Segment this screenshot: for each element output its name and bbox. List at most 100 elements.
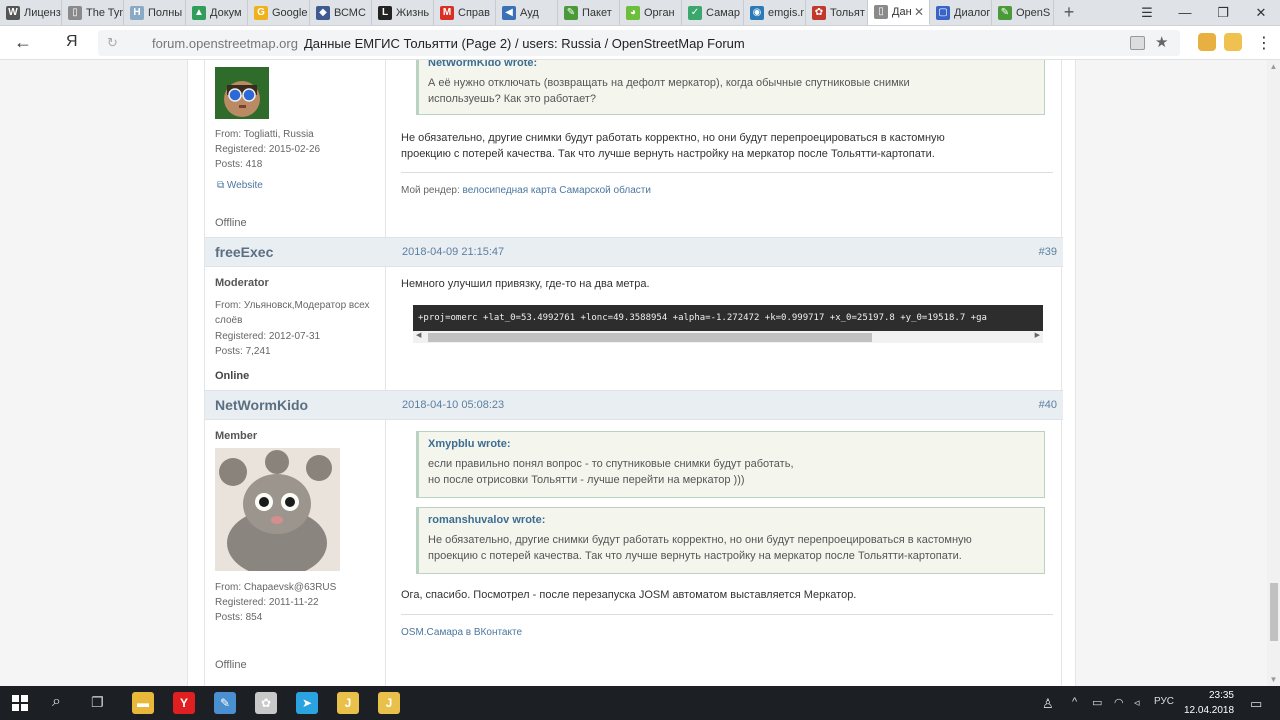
browser-tab[interactable]: ✿ Тольят — [806, 0, 868, 25]
scroll-right-icon[interactable]: ▶ — [1035, 331, 1040, 339]
post-date[interactable]: 2018-04-09 21:15:47 — [402, 246, 504, 258]
quote-line: проекцию с потерей качества. Так что луч… — [428, 550, 962, 562]
reader-mode-icon[interactable] — [1130, 36, 1145, 50]
author-location-line: слоёв — [215, 315, 243, 326]
clock[interactable]: 23:35 12.04.2018 — [1184, 688, 1234, 718]
download-icon[interactable] — [1224, 33, 1242, 51]
telegram-icon[interactable]: ➤ — [296, 692, 318, 714]
tray-expand-icon[interactable]: ^ — [1072, 696, 1077, 708]
tab-label: emgis.r — [768, 6, 805, 19]
browser-tab[interactable]: M Справ — [434, 0, 496, 25]
browser-tab[interactable]: H Полны — [124, 0, 186, 25]
search-icon[interactable]: ⌕ — [52, 693, 61, 711]
scroll-down-icon[interactable]: ▼ — [1267, 675, 1280, 684]
author-role: Member — [215, 430, 258, 442]
back-button[interactable]: ← — [14, 32, 32, 53]
close-window-button[interactable]: ✕ — [1242, 0, 1280, 25]
post-header: NetWormKido 2018-04-10 05:08:23 #40 — [205, 390, 1063, 420]
browser-tab[interactable]: ✓ Самар — [682, 0, 744, 25]
notepad-icon[interactable]: ✎ — [214, 692, 236, 714]
browser-tab[interactable]: L Жизнь — [372, 0, 434, 25]
bookmark-star-icon[interactable]: ★ — [1155, 33, 1168, 51]
paint-icon[interactable]: ✿ — [255, 692, 277, 714]
post-38: From: Togliatti, Russia Registered: 2015… — [204, 60, 1062, 238]
author-status: Offline — [215, 659, 247, 671]
browser-tab[interactable]: ▲ Докум — [186, 0, 248, 25]
josm-icon-2[interactable]: J — [378, 692, 400, 714]
quote-line: Не обязательно, другие снимки будут рабо… — [428, 534, 972, 546]
quote-author: romanshuvalov wrote: — [428, 514, 546, 526]
tab-label: The Tyn — [86, 6, 123, 19]
post-number[interactable]: #39 — [1039, 246, 1057, 258]
author-registered: Registered: 2015-02-26 — [215, 144, 321, 155]
post-text: Ога, спасибо. Посмотрел - после перезапу… — [401, 589, 857, 601]
code-horizontal-scrollbar[interactable]: ◀ ▶ — [413, 331, 1043, 343]
post-author[interactable]: NetWormKido — [215, 397, 308, 413]
author-registered: Registered: 2011-11-22 — [215, 597, 319, 608]
browser-tab[interactable]: ▯ Дан ✕ — [868, 0, 930, 25]
code-scroll-thumb[interactable] — [428, 333, 872, 342]
post-body: Немного улучшил привязку, где-то на два … — [401, 267, 1053, 390]
browser-tab[interactable]: ◀ Ауд — [496, 0, 558, 25]
yandex-browser-icon[interactable]: Y — [173, 692, 195, 714]
browser-tab[interactable]: W Лиценз — [0, 0, 62, 25]
reload-icon[interactable]: ↻ — [107, 35, 118, 51]
post-number[interactable]: #40 — [1039, 399, 1057, 411]
post-date[interactable]: 2018-04-10 05:08:23 — [402, 399, 504, 411]
avatar[interactable] — [215, 448, 340, 571]
new-tab-button[interactable]: + — [1054, 0, 1084, 25]
minimize-button[interactable]: — — [1166, 0, 1204, 25]
browser-tab[interactable]: ◆ ВСМС — [310, 0, 372, 25]
signature-link[interactable]: велосипедная карта Самарской области — [463, 185, 651, 196]
josm-icon[interactable]: J — [337, 692, 359, 714]
battery-icon[interactable]: ▭ — [1092, 696, 1102, 709]
tab-bar: W Лиценз ▯ The Tyn H Полны ▲ Докум G Google ◆ ВСМС L… — [0, 0, 1280, 26]
url-field[interactable]: ↻ forum.openstreetmap.org Данные ЕМГИС Т… — [98, 30, 1180, 56]
browser-tab[interactable]: ✎ OpenS — [992, 0, 1054, 25]
quote-block: NetWormKido wrote: А её нужно отключать … — [416, 60, 1045, 115]
language-indicator[interactable]: РУС — [1154, 696, 1174, 707]
browser-tab[interactable]: G Google — [248, 0, 310, 25]
restore-button[interactable]: ❐ — [1204, 0, 1242, 25]
extension-icon[interactable] — [1198, 33, 1216, 51]
wifi-icon[interactable]: ◠ — [1114, 696, 1124, 709]
browser-tab[interactable]: ▢ Диалог — [930, 0, 992, 25]
tab-label: Самар — [706, 6, 740, 19]
address-bar: ← Я ↻ forum.openstreetmap.org Данные ЕМГ… — [0, 26, 1280, 60]
file-explorer-icon[interactable]: ▬ — [132, 692, 154, 714]
tab-favicon-icon: ✎ — [564, 5, 578, 20]
people-icon[interactable]: ♙ — [1042, 696, 1054, 712]
page-scrollbar[interactable]: ▲ ▼ — [1267, 60, 1280, 686]
notifications-icon[interactable]: ▭ — [1250, 696, 1262, 712]
tab-favicon-icon: ▯ — [874, 5, 888, 19]
quote-block: romanshuvalov wrote: Не обязательно, дру… — [416, 507, 1045, 574]
quote-line: если правильно понял вопрос - то спутник… — [428, 458, 794, 470]
signature-link[interactable]: OSM.Самара в ВКонтакте — [401, 627, 522, 638]
signature-divider — [401, 614, 1053, 615]
browser-tab[interactable]: ✎ Пакет — [558, 0, 620, 25]
page-scroll-thumb[interactable] — [1270, 583, 1278, 641]
start-button[interactable] — [12, 695, 28, 711]
website-link[interactable]: ⧉ Website — [217, 180, 263, 191]
scroll-left-icon[interactable]: ◀ — [416, 331, 421, 339]
more-menu-icon[interactable]: ⋮ — [1256, 33, 1272, 53]
yandex-icon[interactable]: Я — [66, 33, 78, 51]
browser-tab[interactable]: ◉ emgis.r — [744, 0, 806, 25]
scroll-up-icon[interactable]: ▲ — [1267, 62, 1280, 71]
author-location: From: Chapaevsk@63RUS — [215, 582, 337, 593]
website-label: Website — [226, 180, 263, 191]
tab-label: Диалог — [954, 6, 991, 19]
taskbar: ⌕ ❐ ▬ Y ✎ ✿ ➤ J J ♙ ^ ▭ ◠ ◃ РУС 23:35 12.04.20… — [0, 686, 1280, 720]
post-author[interactable]: freeExec — [215, 244, 273, 260]
avatar[interactable] — [215, 67, 269, 119]
browser-tab[interactable]: ◕ Орган — [620, 0, 682, 25]
browser-tab[interactable]: ▯ The Tyn — [62, 0, 124, 25]
volume-icon[interactable]: ◃ — [1134, 696, 1140, 709]
quote-text: если правильно понял вопрос - то спутник… — [428, 456, 1035, 488]
tab-label: Дан — [892, 6, 912, 18]
tab-label: Ауд — [520, 6, 539, 19]
code-block[interactable]: +proj=omerc +lat_0=53.4992761 +lonc=49.3… — [413, 305, 1043, 331]
task-view-icon[interactable]: ❐ — [91, 694, 104, 711]
tab-close-icon[interactable]: ✕ — [914, 5, 924, 19]
browser-menu-button[interactable]: ☰ — [1128, 0, 1166, 25]
